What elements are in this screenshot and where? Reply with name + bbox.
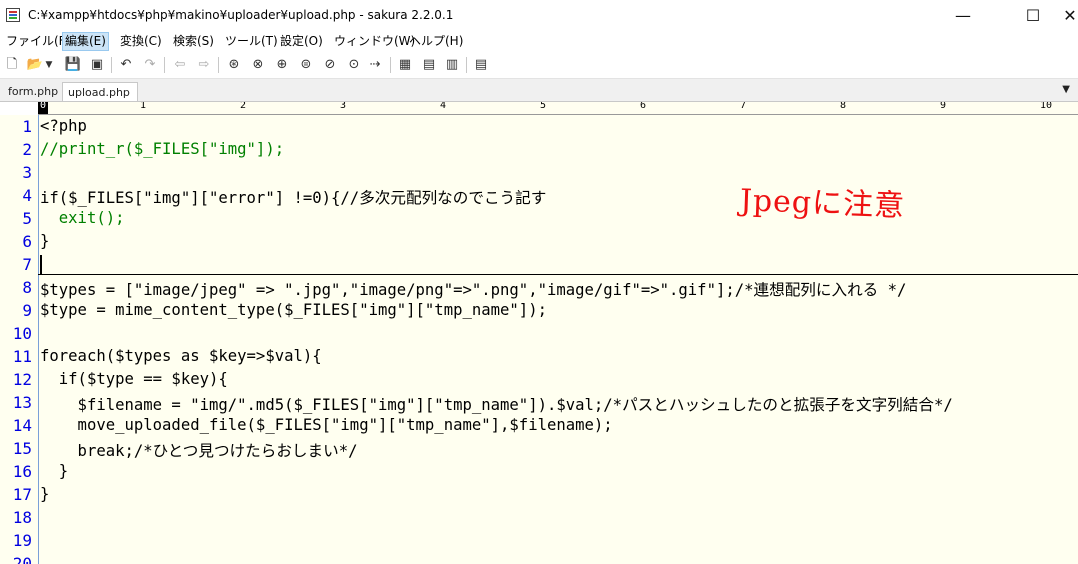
line-number: 18 <box>12 508 32 527</box>
line-number: 12 <box>12 370 32 389</box>
toolbar-separator <box>466 57 467 73</box>
code-line: } <box>40 462 69 480</box>
line-number: 13 <box>12 393 32 412</box>
search-next-icon[interactable]: ⊕ <box>273 56 291 74</box>
line-number-gutter: 1 2 3 4 5 6 7 8 9 10 11 12 13 14 15 16 1… <box>0 115 39 564</box>
grep-icon[interactable]: ⊘ <box>321 56 339 74</box>
close-button[interactable]: ✕ <box>1062 0 1078 31</box>
cursor-line-underline <box>38 274 1078 275</box>
code-line: $type = mime_content_type($_FILES["img"]… <box>40 301 547 319</box>
line-number: 15 <box>12 439 32 458</box>
sakura-app-icon[interactable] <box>6 8 20 22</box>
dropdown-arrow-icon[interactable]: ▼ <box>44 56 54 74</box>
line-number: 9 <box>22 301 32 320</box>
settings-icon[interactable]: ▤ <box>472 56 490 74</box>
ruler-label: 4 <box>440 102 447 111</box>
ruler-label: 7 <box>740 102 747 111</box>
toolbar-separator <box>164 57 165 73</box>
ruler-label: 8 <box>840 102 847 111</box>
ruler: 0 1 2 3 4 5 6 7 8 9 10 <box>38 102 1078 115</box>
code-line: foreach($types as $key=>$val){ <box>40 347 322 365</box>
open-folder-icon[interactable]: 📂 <box>26 56 44 74</box>
line-number: 1 <box>22 117 32 136</box>
menu-bar: ファイル(F) 編集(E) 変換(C) 検索(S) ツール(T) 設定(O) ウ… <box>0 31 1078 52</box>
line-number: 6 <box>22 232 32 251</box>
code-line: move_uploaded_file($_FILES["img"]["tmp_n… <box>40 416 613 434</box>
window-title: C:¥xampp¥htdocs¥php¥makino¥uploader¥uplo… <box>28 8 454 22</box>
replace-icon[interactable]: ⊜ <box>297 56 315 74</box>
macro-record-icon[interactable]: ⇢ <box>366 56 384 74</box>
save-all-icon[interactable]: ▣ <box>88 56 106 74</box>
code-line: } <box>40 232 50 250</box>
ruler-label: 1 <box>140 102 147 111</box>
redo-icon[interactable]: ↷ <box>141 56 159 74</box>
line-number: 10 <box>12 324 32 343</box>
code-line: } <box>40 485 50 503</box>
line-number: 14 <box>12 416 32 435</box>
tab-form-php[interactable]: form.php <box>3 82 60 101</box>
search-icon[interactable]: ⊛ <box>225 56 243 74</box>
menu-window[interactable]: ウィンドウ(W) <box>332 32 417 51</box>
title-bar: C:¥xampp¥htdocs¥php¥makino¥uploader¥uplo… <box>0 0 1078 31</box>
search-prev-icon[interactable]: ⊗ <box>249 56 267 74</box>
toolbar-separator <box>218 57 219 73</box>
ruler-label: 6 <box>640 102 647 111</box>
menu-tools[interactable]: ツール(T) <box>223 32 280 51</box>
code-line: exit(); <box>40 209 125 227</box>
line-number: 4 <box>22 186 32 205</box>
ruler-label: 0 <box>40 102 47 111</box>
ruler-label: 2 <box>240 102 247 111</box>
new-file-icon[interactable]: 🗋 <box>3 56 21 74</box>
handwritten-annotation: Jpegに注意 <box>739 183 906 224</box>
code-line: $filename = "img/".md5($_FILES["img"]["t… <box>40 396 953 414</box>
line-number: 5 <box>22 209 32 228</box>
text-caret <box>40 255 42 275</box>
macro-run-icon[interactable]: ▦ <box>396 56 414 74</box>
tab-upload-php[interactable]: upload.php <box>62 82 138 101</box>
line-number: 7 <box>22 255 32 274</box>
jump-back-icon[interactable]: ⇦ <box>171 56 189 74</box>
ruler-label: 3 <box>340 102 347 111</box>
macro-edit-icon[interactable]: ▤ <box>420 56 438 74</box>
line-number: 3 <box>22 163 32 182</box>
code-line: break;/*ひとつ見つけたらおしまい*/ <box>40 442 358 460</box>
code-line: if($_FILES["img"]["error"] !=0){//多次元配列な… <box>40 189 547 207</box>
undo-icon[interactable]: ↶ <box>117 56 135 74</box>
bookmark-icon[interactable]: ⊙ <box>345 56 363 74</box>
menu-edit[interactable]: 編集(E) <box>62 32 109 51</box>
jump-forward-icon[interactable]: ⇨ <box>195 56 213 74</box>
toolbar-separator <box>390 57 391 73</box>
minimize-button[interactable]: — <box>940 0 986 31</box>
line-number: 16 <box>12 462 32 481</box>
ruler-label: 9 <box>940 102 947 111</box>
line-number: 8 <box>22 278 32 297</box>
save-icon[interactable]: 💾 <box>64 56 82 74</box>
line-number: 11 <box>12 347 32 366</box>
line-number: 17 <box>12 485 32 504</box>
code-editor[interactable]: 1 2 3 4 5 6 7 8 9 10 11 12 13 14 15 16 1… <box>0 115 1078 564</box>
maximize-button[interactable]: ☐ <box>1010 0 1056 31</box>
menu-convert[interactable]: 変換(C) <box>118 32 164 51</box>
line-number: 20 <box>12 554 32 564</box>
code-line: <?php <box>40 117 87 135</box>
line-number: 19 <box>12 531 32 550</box>
ruler-label: 5 <box>540 102 547 111</box>
line-number: 2 <box>22 140 32 159</box>
toolbar-separator <box>111 57 112 73</box>
code-line: $types = ["image/jpeg" => ".jpg","image/… <box>40 281 907 299</box>
menu-settings[interactable]: 設定(O) <box>278 32 325 51</box>
tab-list-dropdown-icon[interactable]: ▼ <box>1062 84 1070 95</box>
menu-search[interactable]: 検索(S) <box>171 32 216 51</box>
ruler-margin <box>0 102 38 114</box>
code-line: //print_r($_FILES["img"]); <box>40 140 285 158</box>
ruler-label: 10 <box>1040 102 1053 111</box>
tab-bar: form.php upload.php ▼ <box>0 79 1078 102</box>
code-line: if($type == $key){ <box>40 370 228 388</box>
macro-list-icon[interactable]: ▥ <box>443 56 461 74</box>
toolbar: 🗋 📂 ▼ 💾 ▣ ↶ ↷ ⇦ ⇨ ⊛ ⊗ ⊕ ⊜ ⊘ ⊙ ⇢ ▦ ▤ ▥ ▤ <box>0 52 1078 79</box>
menu-help[interactable]: ヘルプ(H) <box>407 32 465 51</box>
